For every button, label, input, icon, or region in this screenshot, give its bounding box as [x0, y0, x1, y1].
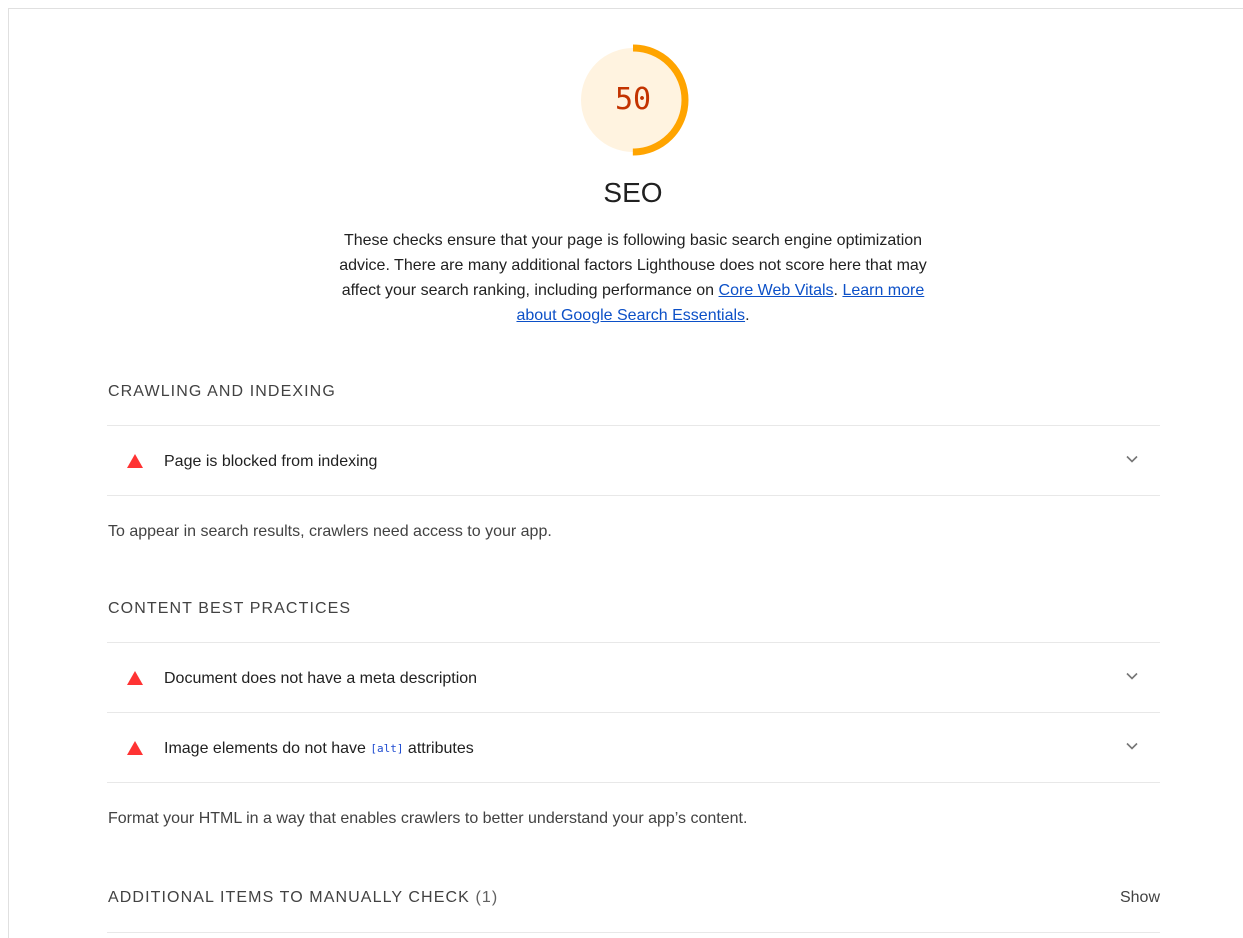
group-description-crawling: To appear in search results, crawlers ne… [108, 523, 552, 540]
category-description: These checks ensure that your page is fo… [320, 228, 946, 328]
audit-title: Page is blocked from indexing [164, 453, 378, 470]
audit-row-image-alt[interactable]: Image elements do not have [alt] attribu… [107, 712, 1160, 783]
audit-title-after: attributes [403, 740, 474, 757]
description-end: . [745, 307, 750, 324]
audit-row-meta-description[interactable]: Document does not have a meta descriptio… [107, 642, 1160, 712]
core-web-vitals-link[interactable]: Core Web Vitals [719, 282, 834, 299]
fail-triangle-icon [127, 671, 143, 685]
fail-triangle-icon [127, 454, 143, 468]
audit-title: Image elements do not have [alt] attribu… [164, 739, 474, 760]
score-gauge[interactable]: 50 [577, 44, 689, 156]
fail-triangle-icon [127, 741, 143, 755]
audit-row-blocked-from-indexing[interactable]: Page is blocked from indexing [107, 425, 1160, 496]
audit-title-before: Image elements do not have [164, 740, 371, 757]
gauge-score: 50 [614, 82, 652, 117]
category-title: SEO [603, 177, 663, 208]
audit-title: Document does not have a meta descriptio… [164, 670, 478, 687]
group-title-content: CONTENT BEST PRACTICES [108, 600, 352, 617]
group-title-crawling: CRAWLING AND INDEXING [108, 383, 336, 400]
divider [107, 932, 1160, 933]
group-title-manual: ADDITIONAL ITEMS TO MANUALLY CHECK (1) [108, 889, 498, 907]
chevron-down-icon[interactable] [1126, 672, 1138, 680]
audit-title-code: [alt] [370, 742, 404, 755]
show-manual-items-button[interactable]: Show [1120, 889, 1160, 907]
group-count: (1) [469, 889, 499, 906]
group-title-manual-text: ADDITIONAL ITEMS TO MANUALLY CHECK [108, 889, 470, 906]
group-description-content: Format your HTML in a way that enables c… [108, 810, 748, 827]
audit-list-content: Document does not have a meta descriptio… [107, 642, 1160, 783]
chevron-down-icon[interactable] [1126, 455, 1138, 463]
chevron-down-icon[interactable] [1126, 742, 1138, 750]
audit-list-crawling: Page is blocked from indexing [107, 425, 1160, 496]
